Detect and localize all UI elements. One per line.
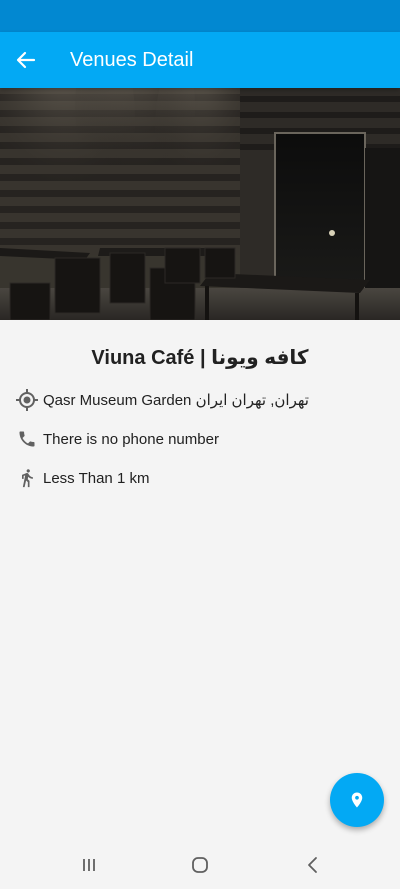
- back-nav-button[interactable]: [298, 853, 328, 877]
- home-button[interactable]: [185, 853, 215, 877]
- address-text: Qasr Museum Garden تهران, تهران ایران: [43, 392, 309, 409]
- home-icon: [192, 857, 208, 873]
- venue-photo: [0, 88, 400, 320]
- phone-row: There is no phone number: [16, 427, 219, 451]
- phone-icon: [16, 428, 38, 450]
- distance-row: Less Than 1 km: [16, 466, 149, 490]
- address-row: Qasr Museum Garden تهران, تهران ایران: [16, 388, 309, 412]
- arrow-back-icon: [16, 51, 36, 69]
- venue-photo-image: [0, 88, 400, 320]
- phone-text: There is no phone number: [43, 430, 219, 448]
- my-location-icon: [16, 389, 38, 411]
- system-navigation-bar: [0, 841, 400, 889]
- map-location-button[interactable]: [330, 773, 384, 827]
- back-button[interactable]: [10, 44, 42, 76]
- recent-apps-button[interactable]: [74, 853, 104, 877]
- map-pin-icon: [351, 792, 363, 808]
- back-icon: [308, 857, 317, 873]
- page-title: Venues Detail: [70, 49, 194, 71]
- venue-name: Viuna Café | کافه ویونا: [91, 347, 309, 369]
- recent-apps-icon: [83, 859, 95, 871]
- app-bar: Venues Detail: [0, 32, 400, 88]
- distance-text: Less Than 1 km: [43, 469, 150, 487]
- status-bar: [0, 0, 400, 32]
- walking-person-icon: [16, 467, 38, 489]
